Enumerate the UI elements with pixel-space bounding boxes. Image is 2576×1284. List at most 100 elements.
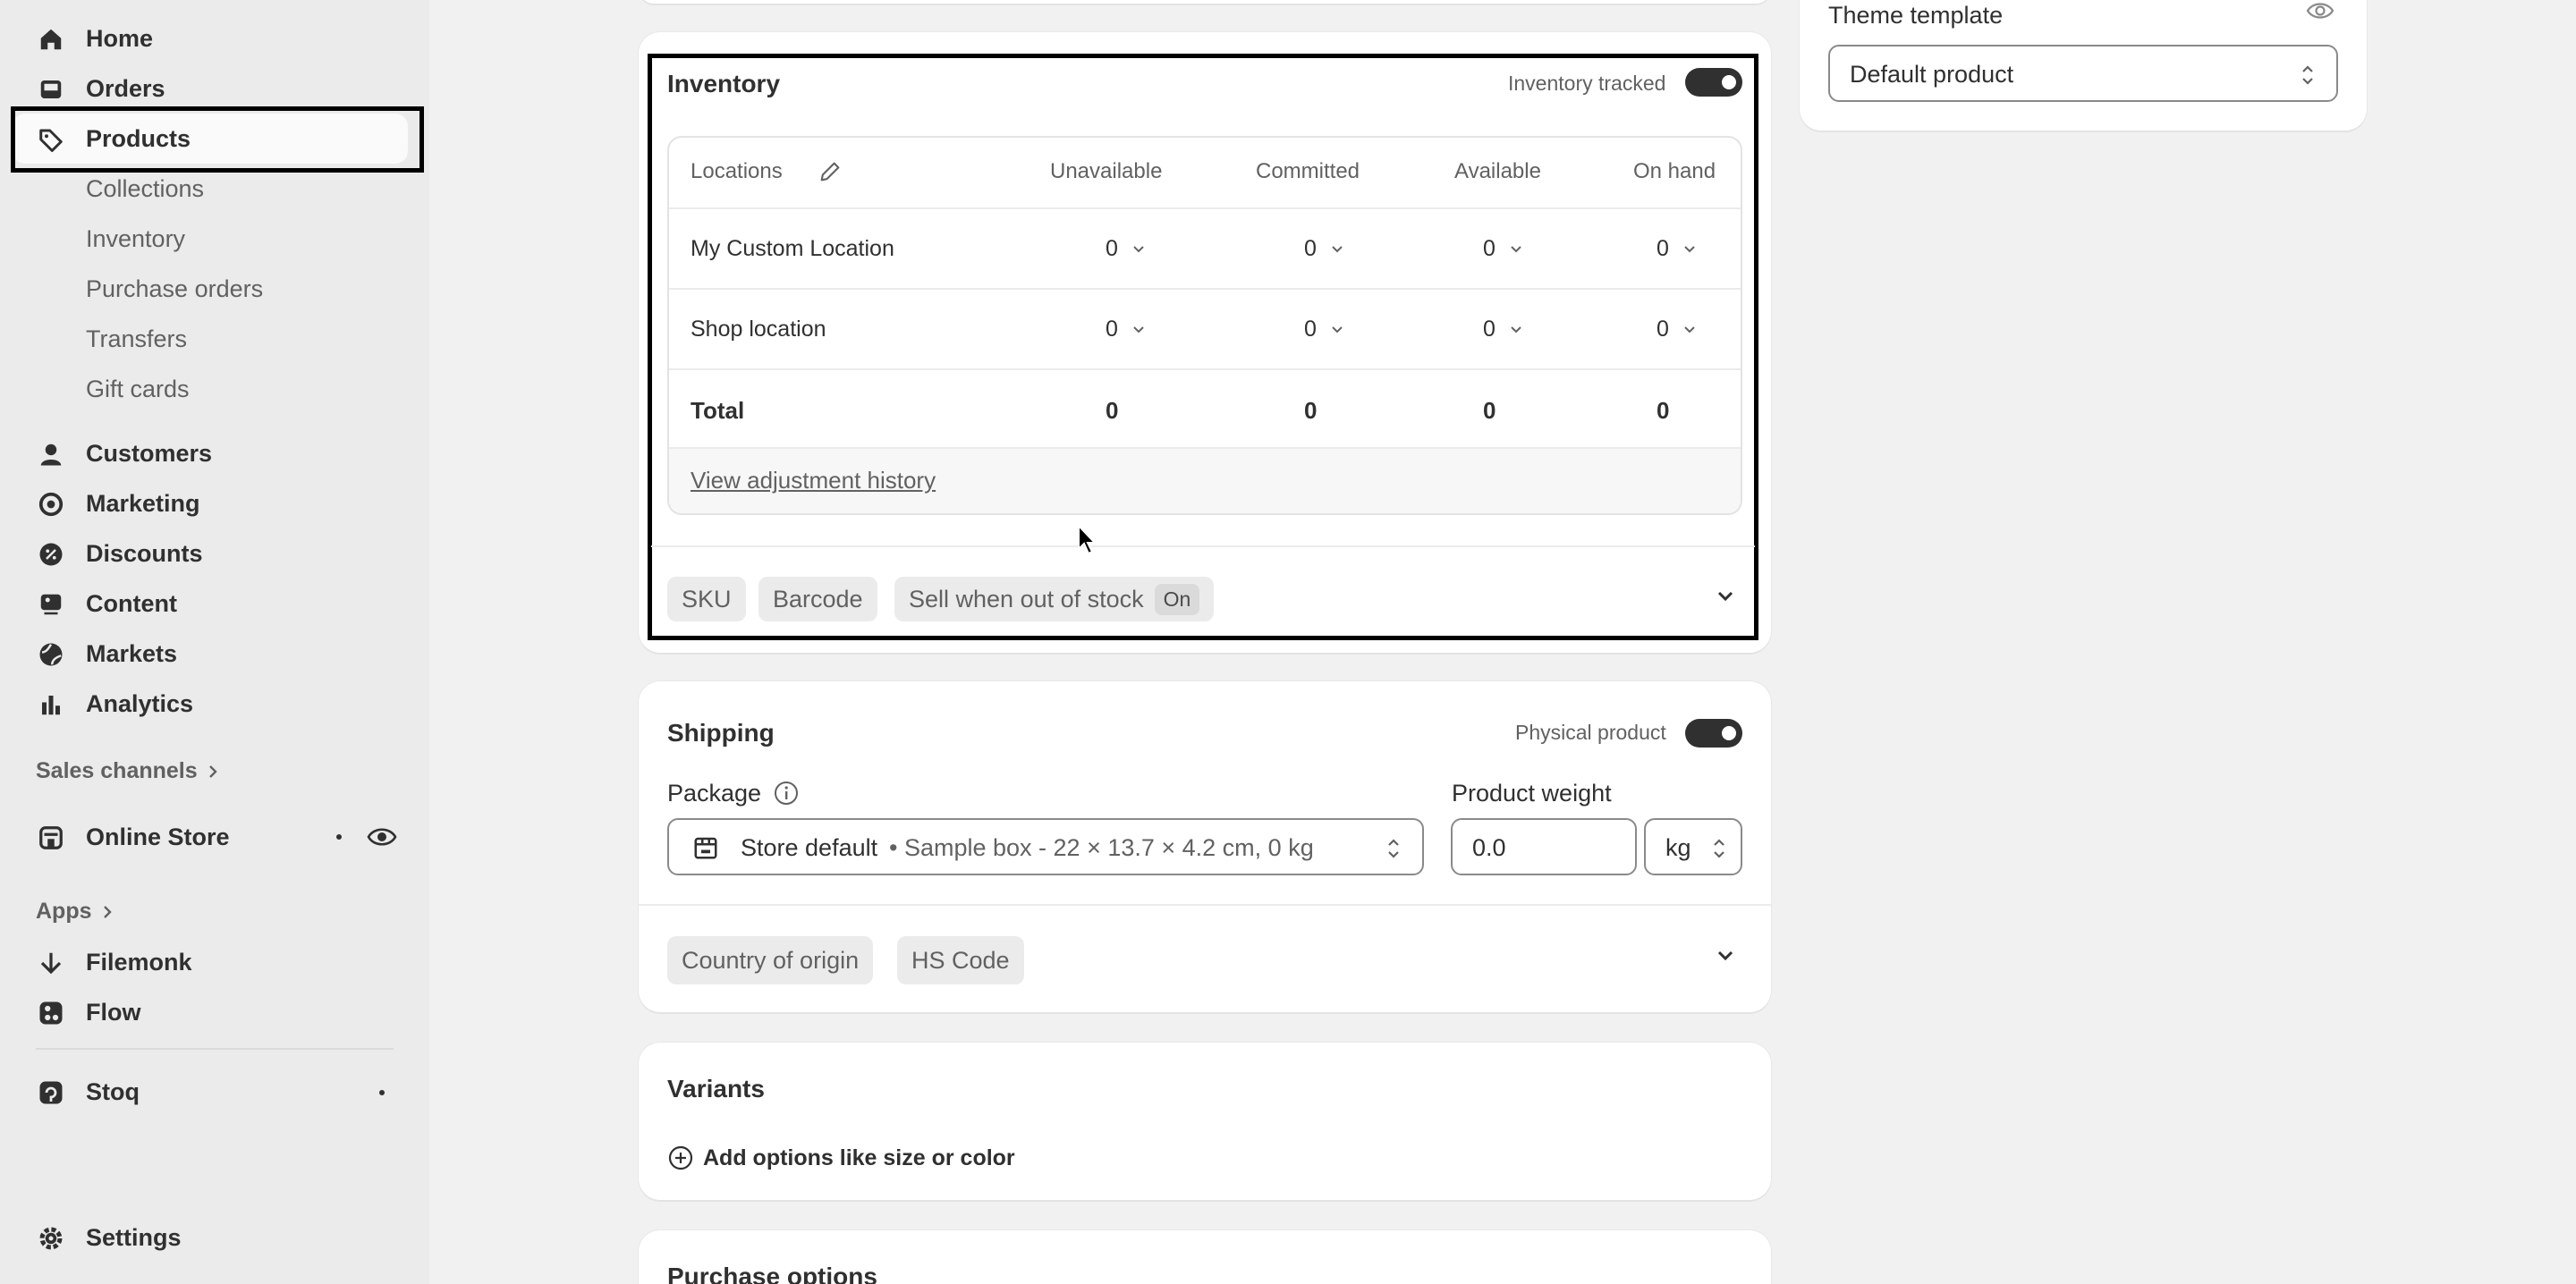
available-dropdown[interactable]: 0 (1483, 236, 1524, 262)
weight-unit-value: kg (1665, 834, 1691, 861)
sku-chip-label: SKU (682, 585, 732, 612)
cell-value: 0 (1106, 236, 1118, 261)
sell-out-of-stock-label: Sell when out of stock (909, 585, 1144, 612)
nav-customers[interactable]: Customers (13, 428, 408, 478)
nav-customers-label: Customers (86, 439, 213, 467)
chevron-right-icon (208, 764, 217, 778)
arrow-down-icon (40, 952, 62, 975)
unavailable-dropdown[interactable]: 0 (1106, 236, 1147, 262)
target-icon (38, 492, 64, 517)
select-arrows-icon (1714, 839, 1724, 858)
sell-out-of-stock-chip[interactable]: Sell when out of stock On (894, 577, 1215, 621)
nav-discounts-label: Discounts (86, 539, 203, 567)
nav-analytics-label: Analytics (86, 689, 194, 717)
discount-icon (39, 543, 63, 566)
nav-filemonk[interactable]: Filemonk (13, 937, 408, 987)
nav-gift-cards[interactable]: Gift cards (86, 376, 190, 403)
flow-icon (39, 1001, 63, 1025)
nav-discounts[interactable]: Discounts (13, 528, 408, 579)
stoq-icon (39, 1081, 63, 1104)
gear-icon (39, 1227, 63, 1250)
sell-out-of-stock-state: On (1154, 583, 1200, 615)
previous-card (639, 0, 1771, 4)
chevron-down-icon (1332, 245, 1343, 252)
eye-icon[interactable] (2306, 0, 2334, 21)
nav-online-store[interactable]: Online Store (13, 812, 408, 862)
package-label: Package (667, 780, 762, 807)
col-on-hand: On hand (1633, 159, 1716, 183)
package-value-name: Store default (741, 834, 878, 861)
available-dropdown[interactable]: 0 (1483, 317, 1524, 342)
weight-unit-select[interactable]: kg (1644, 818, 1742, 875)
nav-content[interactable]: Content (13, 579, 408, 629)
sales-channels-header[interactable]: Sales channels (36, 758, 219, 784)
tag-icon (39, 129, 63, 152)
nav-content-label: Content (86, 589, 177, 617)
nav-marketing-label: Marketing (86, 489, 200, 517)
total-committed: 0 (1304, 397, 1318, 424)
nav-purchase-orders[interactable]: Purchase orders (86, 275, 263, 303)
nav-markets[interactable]: Markets (13, 629, 408, 679)
on-hand-dropdown[interactable]: 0 (1657, 317, 1698, 342)
inventory-title: Inventory (667, 70, 781, 97)
sku-chip[interactable]: SKU (667, 577, 746, 621)
chevron-down-icon (1332, 325, 1343, 333)
add-options-button[interactable]: Add options like size or color (667, 1145, 1015, 1171)
nav-settings-label: Settings (86, 1223, 182, 1251)
committed-dropdown[interactable]: 0 (1304, 236, 1345, 262)
chevron-down-icon (1511, 245, 1521, 252)
theme-template-select[interactable]: Default product (1828, 45, 2338, 102)
nav-filemonk-label: Filemonk (86, 948, 192, 976)
nav-stoq-label: Stoq (86, 1077, 140, 1105)
package-icon (694, 837, 717, 859)
chevron-down-icon (1133, 325, 1144, 333)
apps-header[interactable]: Apps (36, 899, 114, 925)
barcode-chip-label: Barcode (773, 585, 863, 612)
chevron-down-icon[interactable] (1714, 944, 1737, 967)
info-icon[interactable] (773, 780, 800, 807)
country-of-origin-label: Country of origin (682, 946, 860, 974)
purchase-options-title: Purchase options (667, 1263, 877, 1284)
nav-collections[interactable]: Collections (86, 175, 204, 203)
country-of-origin-chip[interactable]: Country of origin (667, 936, 874, 984)
total-available: 0 (1483, 397, 1496, 424)
eye-icon[interactable] (367, 824, 397, 849)
package-select[interactable]: Store default • Sample box - 22 × 13.7 ×… (667, 818, 1424, 875)
variants-title: Variants (667, 1075, 765, 1102)
on-hand-dropdown[interactable]: 0 (1657, 236, 1698, 262)
nav-marketing[interactable]: Marketing (13, 478, 408, 528)
col-unavailable: Unavailable (1050, 159, 1163, 183)
product-weight-input[interactable]: 0.0 (1451, 818, 1637, 875)
cell-value: 0 (1304, 236, 1317, 261)
inventory-tracked-toggle[interactable] (1685, 68, 1742, 97)
nav-home[interactable]: Home (13, 13, 408, 63)
pencil-icon[interactable] (818, 159, 843, 184)
location-name: My Custom Location (691, 236, 894, 261)
barcode-chip[interactable]: Barcode (758, 577, 877, 621)
nav-flow[interactable]: Flow (13, 987, 408, 1037)
nav-flow-label: Flow (86, 998, 141, 1026)
unavailable-dropdown[interactable]: 0 (1106, 317, 1147, 342)
product-weight-value: 0.0 (1472, 834, 1506, 861)
cell-value: 0 (1657, 317, 1669, 342)
nav-inventory[interactable]: Inventory (86, 225, 185, 253)
nav-transfers[interactable]: Transfers (86, 325, 187, 353)
total-unavailable: 0 (1106, 397, 1119, 424)
committed-dropdown[interactable]: 0 (1304, 317, 1345, 342)
inventory-divider (651, 545, 1755, 547)
hs-code-chip[interactable]: HS Code (897, 936, 1024, 984)
globe-icon (39, 643, 63, 666)
cell-value: 0 (1657, 236, 1669, 261)
nav-orders-label: Orders (86, 74, 165, 102)
nav-stoq[interactable]: Stoq (13, 1067, 408, 1117)
person-icon (40, 443, 62, 466)
nav-orders[interactable]: Orders (13, 63, 408, 114)
col-available: Available (1454, 159, 1541, 183)
physical-product-toggle[interactable] (1685, 719, 1742, 748)
nav-products[interactable]: Products (13, 114, 408, 164)
nav-settings[interactable]: Settings (13, 1212, 408, 1263)
nav-analytics[interactable]: Analytics (13, 679, 408, 729)
chevron-down-icon[interactable] (1714, 585, 1737, 608)
view-adjustment-history-link[interactable]: View adjustment history (691, 467, 936, 494)
col-locations: Locations (691, 159, 783, 183)
